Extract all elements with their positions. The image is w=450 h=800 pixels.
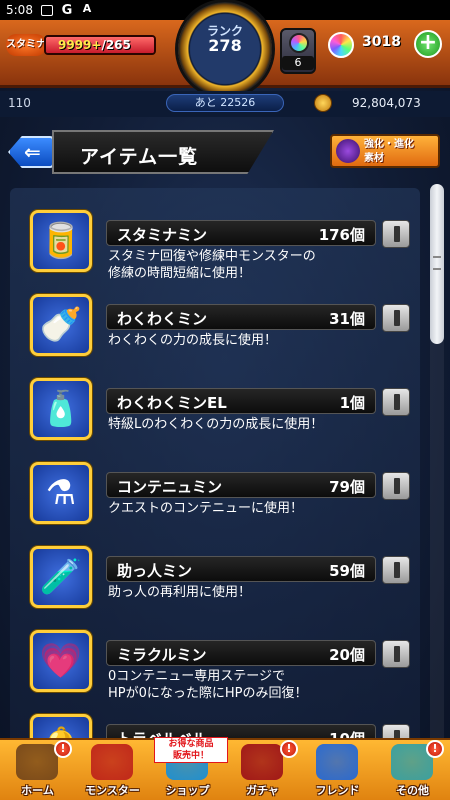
- item-count: 59個: [329, 562, 365, 580]
- rank-value: 278: [208, 36, 242, 55]
- gem-counter[interactable]: 6: [280, 28, 316, 74]
- nav-tab[interactable]: フレンド: [300, 742, 375, 800]
- info-button[interactable]: [382, 556, 410, 584]
- item-count: 31個: [329, 310, 365, 328]
- info-icon: [394, 562, 400, 578]
- nav-tab-label: ホーム: [21, 784, 54, 797]
- list-item[interactable]: 🥫 スタミナミン 176個 スタミナ回復や修練中モンスターの 修練の時間短縮に使用！: [10, 200, 420, 284]
- coin-count: 92,804,073: [352, 96, 421, 110]
- info-button[interactable]: [382, 640, 410, 668]
- gacha-icon: [241, 744, 283, 780]
- nav-tab-label: ショップ: [165, 784, 210, 797]
- info-button[interactable]: [382, 388, 410, 416]
- item-count: 79個: [329, 478, 365, 496]
- item-name: わくわくミンEL: [117, 394, 227, 412]
- item-name-bar: わくわくミンEL 1個: [106, 388, 376, 414]
- item-name-bar: スタミナミン 176個: [106, 220, 376, 246]
- info-icon: [394, 226, 400, 242]
- image-icon: [40, 4, 53, 16]
- nav-tab-label: フレンド: [315, 784, 360, 797]
- item-name: コンテニュミン: [117, 478, 223, 496]
- info-icon: [394, 478, 400, 494]
- item-count: 20個: [329, 646, 365, 664]
- title-bar: アイテム一覧: [52, 130, 274, 174]
- evolution-materials-label: 強化・進化 素材: [364, 139, 414, 164]
- badge-other-icon: !: [426, 740, 444, 758]
- google-icon: G: [61, 2, 73, 18]
- stamina-value: 9999+: [58, 38, 102, 52]
- coin-icon: [314, 94, 332, 112]
- list-item[interactable]: 🧪 助っ人ミン 59個助っ人の再利用に使用！: [10, 536, 420, 620]
- badge-monster-icon: !: [54, 740, 72, 758]
- item-count: 1個: [339, 394, 365, 412]
- item-description: 0コンテニュー専用ステージで HPが0になった際にHPのみ回復！: [108, 669, 308, 701]
- item-description: クエストのコンテニューに使用！: [108, 501, 304, 516]
- item-name-bar: コンテニュミン 79個: [106, 472, 376, 498]
- bottle-icon: 🍼: [30, 294, 92, 356]
- item-list[interactable]: 🥫 スタミナミン 176個 スタミナ回復や修練中モンスターの 修練の時間短縮に使用！ 🍼…: [10, 188, 420, 748]
- info-button[interactable]: [382, 220, 410, 248]
- scrollbar[interactable]: [430, 184, 444, 750]
- nav-tab[interactable]: モンスター: [75, 742, 150, 800]
- info-icon: [394, 646, 400, 662]
- monster-face-icon: [336, 139, 360, 163]
- nav-tab-label: その他: [396, 784, 429, 797]
- exp-remaining: あと 22526: [166, 94, 284, 112]
- orb-count: 3018: [362, 34, 401, 50]
- evolution-materials-button[interactable]: 強化・進化 素材: [330, 134, 440, 168]
- item-description: 助っ人の再利用に使用！: [108, 585, 252, 600]
- potion-icon: ⚗: [30, 462, 92, 524]
- badge-friend-icon: !: [280, 740, 298, 758]
- grip-icon: [433, 256, 441, 270]
- exp-bar-row: 110 あと 22526 92,804,073: [0, 91, 450, 117]
- house-icon: [16, 744, 58, 780]
- heart-potion-icon: 💗: [30, 630, 92, 692]
- back-arrow-icon: ⇐: [24, 140, 41, 164]
- list-item[interactable]: 🧴 わくわくミンEL 1個 特級Lのわくわくの力の成長に使用！: [10, 368, 420, 452]
- stamina-label: スタミナ: [6, 34, 46, 56]
- info-button[interactable]: [382, 304, 410, 332]
- info-icon: [394, 394, 400, 410]
- item-count: 176個: [318, 226, 365, 244]
- item-name: スタミナミン: [117, 226, 208, 244]
- monster-icon: [91, 744, 133, 780]
- back-button[interactable]: ⇐: [8, 136, 54, 168]
- item-name: わくわくミン: [117, 310, 208, 328]
- gem-icon: [289, 33, 309, 53]
- stamina-max: /265: [101, 38, 131, 52]
- item-description: わくわくの力の成長に使用！: [108, 333, 278, 348]
- list-item[interactable]: 🍼 わくわくミン 31個わくわくの力の成長に使用！: [10, 284, 420, 368]
- list-item[interactable]: ⚗ コンテニュミン 79個クエストのコンテニューに使用！: [10, 452, 420, 536]
- orb-icon: [328, 32, 354, 58]
- stamina-readout: 9999+/265: [58, 35, 131, 55]
- buy-orbs-button[interactable]: +: [414, 30, 442, 58]
- item-description: スタミナ回復や修練中モンスターの 修練の時間短縮に使用！: [108, 249, 316, 281]
- item-name-bar: 助っ人ミン 59個: [106, 556, 376, 582]
- clock: 5:08: [6, 3, 33, 17]
- item-description: 特級Lのわくわくの力の成長に使用！: [108, 417, 324, 432]
- accessibility-icon: A: [82, 1, 92, 15]
- nav-tab-label: モンスター: [85, 784, 140, 797]
- info-button[interactable]: [382, 472, 410, 500]
- item-name-bar: ミラクルミン 20個: [106, 640, 376, 666]
- item-name: 助っ人ミン: [117, 562, 193, 580]
- info-icon: [394, 310, 400, 326]
- promo-banner[interactable]: お得な商品 販売中！: [154, 737, 228, 763]
- gem-count: 6: [282, 56, 314, 70]
- page-title: アイテム一覧: [80, 146, 199, 168]
- can-icon: 🥫: [30, 210, 92, 272]
- item-name-bar: わくわくミン 31個: [106, 304, 376, 330]
- bottle-el-icon: 🧴: [30, 378, 92, 440]
- friend-balloon-icon: [316, 744, 358, 780]
- rank-badge[interactable]: ランク 278: [178, 2, 272, 96]
- helper-bottle-icon: 🧪: [30, 546, 92, 608]
- list-item[interactable]: 💗 ミラクルミン 20個 0コンテニュー専用ステージで HPが0になった際にHPのみ回…: [10, 620, 420, 704]
- item-name: ミラクルミン: [117, 646, 207, 664]
- nav-tab-label: ガチャ: [246, 784, 279, 797]
- scrollbar-thumb[interactable]: [430, 184, 444, 344]
- level-text: 110: [8, 96, 31, 110]
